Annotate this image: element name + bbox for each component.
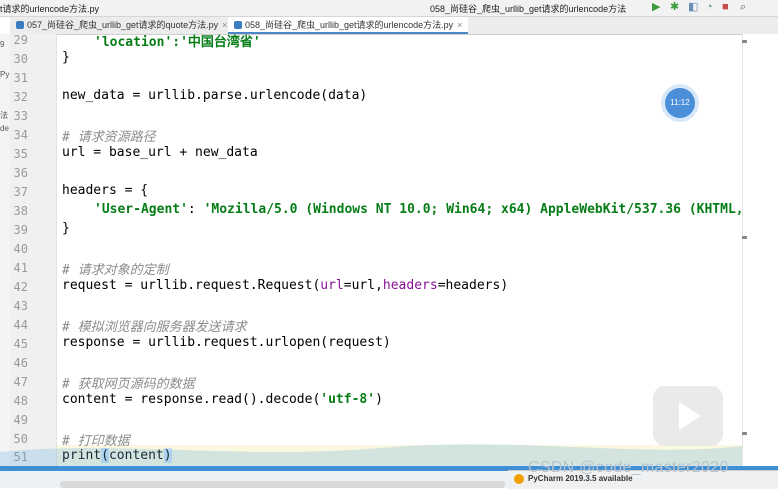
coverage-icon[interactable]: ◧ xyxy=(688,1,698,14)
line-number: 36 xyxy=(13,166,28,180)
code-line-37[interactable]: headers = { xyxy=(62,183,148,198)
tab-label: 058_尚硅谷_爬虫_urllib_get请求的urlencode方法.py xyxy=(245,20,454,30)
horizontal-scrollbar[interactable] xyxy=(60,481,505,488)
code-line-42[interactable]: request = urllib.request.Request(url=url… xyxy=(62,278,508,293)
line-number: 42 xyxy=(13,280,28,294)
scroll-marker xyxy=(742,40,747,43)
side-fragment: 9 xyxy=(0,40,5,49)
code-comment-41[interactable]: # 请求对象的定制 xyxy=(62,259,169,278)
code-comment-34[interactable]: # 请求资源路径 xyxy=(62,126,156,145)
keyword-arg: headers xyxy=(382,278,438,293)
code-comment-47[interactable]: # 获取网页源码的数据 xyxy=(62,373,195,392)
scroll-marker xyxy=(742,432,747,435)
code-line-32[interactable]: new_data = urllib.parse.urlencode(data) xyxy=(62,88,367,103)
line-number: 29 xyxy=(13,33,28,47)
window-title-bar: t请求的urlencode方法.py 058_尚硅谷_爬虫_urllib_get… xyxy=(0,0,778,17)
line-number: 40 xyxy=(13,242,28,256)
line-number: 48 xyxy=(13,394,28,408)
code-line-38[interactable]: 'User-Agent': 'Mozilla/5.0 (Windows NT 1… xyxy=(94,202,744,217)
code-line-48[interactable]: content = response.read().decode('utf-8'… xyxy=(62,392,383,407)
line-number: 46 xyxy=(13,356,28,370)
line-number: 44 xyxy=(13,318,28,332)
project-panel-edge[interactable]: 9 Py 法 de xyxy=(0,34,10,488)
close-icon[interactable]: × xyxy=(457,20,462,30)
profile-icon[interactable]: ◔ xyxy=(706,1,713,14)
line-number: 34 xyxy=(13,128,28,142)
side-fragment: de xyxy=(0,124,9,133)
line-number: 38 xyxy=(13,204,28,218)
tab-label: 057_尚硅谷_爬虫_urllib_get请求的quote方法.py xyxy=(27,20,219,30)
notification-bell-icon xyxy=(514,474,524,484)
code-token: =url, xyxy=(343,278,383,293)
code-token: =headers) xyxy=(437,278,509,293)
vertical-scrollbar[interactable] xyxy=(742,34,778,488)
code-line-45[interactable]: response = urllib.request.urlopen(reques… xyxy=(62,335,391,350)
line-number: 30 xyxy=(13,52,28,66)
string-literal: 'Mozilla/5.0 (Windows NT 10.0; Win64; x6… xyxy=(203,202,744,217)
code-token: request = urllib.request.Request( xyxy=(62,278,321,293)
line-number: 39 xyxy=(13,223,28,237)
string-literal: 'utf-8' xyxy=(320,392,376,407)
keyword-arg: url xyxy=(320,278,344,293)
line-number: 32 xyxy=(13,90,28,104)
time-badge[interactable]: 11:12 xyxy=(665,88,695,118)
code-comment-44[interactable]: # 模拟浏览器向服务器发送请求 xyxy=(62,316,247,335)
tab-urlencode-file[interactable]: 058_尚硅谷_爬虫_urllib_get请求的urlencode方法.py × xyxy=(228,17,469,34)
stop-icon[interactable]: ■ xyxy=(722,1,729,14)
python-file-icon xyxy=(16,21,24,29)
code-token: : xyxy=(187,202,204,217)
code-token: content = response.read().decode( xyxy=(62,392,321,407)
side-fragment: Py xyxy=(0,70,10,79)
close-icon[interactable]: × xyxy=(222,20,227,30)
video-play-icon[interactable] xyxy=(653,386,723,446)
play-triangle-icon xyxy=(679,402,701,430)
line-number: 35 xyxy=(13,147,28,161)
line-number: 45 xyxy=(13,337,28,351)
line-number: 47 xyxy=(13,375,28,389)
string-literal: 'location':'中国台湾省' xyxy=(94,35,261,50)
line-number: 37 xyxy=(13,185,28,199)
python-file-icon xyxy=(234,21,242,29)
line-number: 31 xyxy=(13,71,28,85)
search-icon[interactable]: ⌕ xyxy=(740,1,746,14)
scroll-marker xyxy=(742,236,747,239)
line-number: 43 xyxy=(13,299,28,313)
code-line-29[interactable]: 'location':'中国台湾省' xyxy=(94,31,261,50)
code-line-30[interactable]: } xyxy=(62,50,70,65)
run-config-selector[interactable]: 058_尚硅谷_爬虫_urllib_get请求的urlencode方法 xyxy=(430,2,626,15)
line-number: 49 xyxy=(13,413,28,427)
code-line-39[interactable]: } xyxy=(62,221,70,236)
code-line-35[interactable]: url = base_url + new_data xyxy=(62,145,258,160)
side-fragment: 法 xyxy=(0,111,8,120)
line-number: 41 xyxy=(13,261,28,275)
window-title: t请求的urlencode方法.py xyxy=(0,4,100,14)
run-icon[interactable]: ▶ xyxy=(652,1,660,14)
watermark: CSDN @code_master2020 xyxy=(528,459,729,476)
debug-icon[interactable]: ✱ xyxy=(670,1,679,14)
string-literal: 'User-Agent' xyxy=(94,202,188,217)
line-number: 33 xyxy=(13,109,28,123)
code-token: ) xyxy=(375,392,383,407)
